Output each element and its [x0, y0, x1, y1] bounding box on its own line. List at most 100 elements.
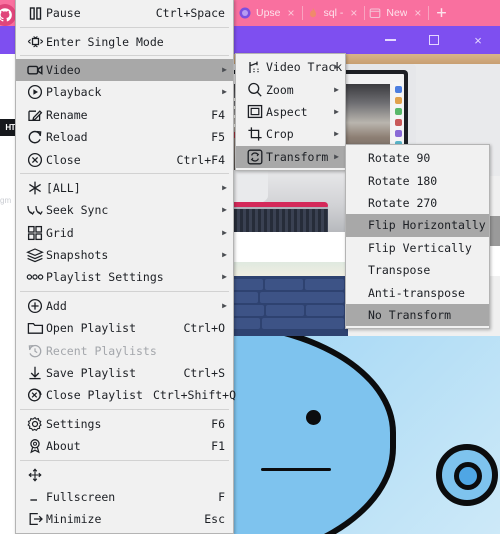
menu-item-label: Video: [46, 62, 81, 77]
menu-item-accel: F: [218, 490, 225, 504]
transform-item-label: Rotate 270: [368, 195, 438, 210]
reload-icon: [24, 129, 46, 145]
seek-sync-icon: [24, 203, 46, 217]
transform-item-rotate-90[interactable]: Rotate 90: [346, 147, 489, 169]
submenu-item-zoom[interactable]: Zoom ▶: [236, 78, 345, 100]
about-medal-icon: [24, 438, 46, 454]
partial-text-left: gm: [0, 196, 12, 205]
transform-item-no-transform[interactable]: No Transform: [346, 303, 489, 327]
github-icon: [0, 4, 16, 26]
chevron-right-icon: ▶: [222, 87, 227, 97]
menu-item-rename[interactable]: Rename F4: [16, 104, 233, 126]
browser-tab-1[interactable]: Upse ×: [236, 0, 301, 26]
menu-item-close[interactable]: Close Ctrl+F4: [16, 148, 233, 170]
fullscreen-icon: [24, 467, 46, 483]
transform-submenu[interactable]: Rotate 90 Rotate 180 Rotate 270 Flip Hor…: [345, 144, 490, 330]
menu-item-pause[interactable]: Pause Ctrl+Space: [16, 2, 233, 24]
tab-title: Upse: [256, 7, 281, 19]
pause-icon: [24, 6, 46, 21]
menu-item-accel: F4: [211, 107, 225, 122]
transform-item-label: Rotate 90: [368, 151, 431, 166]
playback-icon: [24, 84, 46, 100]
zoom-magnifier-icon: [244, 82, 266, 98]
transform-item-rotate-270[interactable]: Rotate 270: [346, 192, 489, 214]
github-avatar-strip: [0, 0, 16, 26]
menu-item-open-playlist[interactable]: Open Playlist Ctrl+O: [16, 317, 233, 339]
menu-item-add[interactable]: Add ▶: [16, 295, 233, 317]
transform-item-label: No Transform: [368, 307, 452, 322]
menu-item-label: Rename: [46, 107, 88, 122]
menu-item-label: Close: [46, 152, 81, 167]
screenshot-root: Pages Culinary Magic. Grab your apron an…: [0, 0, 500, 534]
close-tab-icon[interactable]: ×: [286, 7, 297, 19]
save-down-icon: [24, 365, 46, 381]
menu-item-enter-single-mode[interactable]: Enter Single Mode: [16, 30, 233, 52]
menu-item-about[interactable]: About F1: [16, 435, 233, 457]
transform-item-label: Rotate 180: [368, 173, 438, 188]
menu-item-accel: Ctrl+S: [183, 366, 225, 381]
chevron-right-icon: ▶: [222, 182, 227, 192]
transform-item-flip-vertically[interactable]: Flip Vertically: [346, 237, 489, 259]
menu-item-label: Add: [46, 298, 67, 313]
transform-item-transpose[interactable]: Transpose: [346, 259, 489, 281]
menu-item-save-playlist[interactable]: Save Playlist Ctrl+S: [16, 362, 233, 384]
chevron-right-icon: ▶: [222, 205, 227, 215]
chevron-right-icon: ▶: [222, 300, 227, 310]
transform-item-flip-horizontally[interactable]: Flip Horizontally: [346, 214, 489, 237]
browser-tab-2[interactable]: sql - ×: [304, 0, 364, 26]
menu-item-close-playlist[interactable]: Close Playlist Ctrl+Shift+Q: [16, 384, 236, 406]
close-window-button[interactable]: ×: [456, 26, 500, 54]
transform-item-anti-transpose[interactable]: Anti-transpose: [346, 281, 489, 303]
close-tab-icon[interactable]: ×: [348, 7, 359, 19]
close-circle-icon: [24, 152, 46, 168]
three-dots-icon: [24, 272, 46, 282]
menu-item-accel: Esc: [204, 512, 225, 527]
submenu-item-aspect[interactable]: Aspect ▶: [236, 101, 345, 123]
menu-separator: [20, 409, 229, 411]
new-tab-button[interactable]: +: [430, 4, 452, 22]
submenu-item-label: Zoom: [266, 82, 294, 97]
minimize-window-button[interactable]: [368, 26, 412, 54]
browser-tab-3[interactable]: New ×: [366, 0, 427, 26]
menu-item-accel: Ctrl+F4: [176, 152, 225, 167]
asterisk-icon: [24, 180, 46, 196]
video-submenu[interactable]: Video Track ▶ Zoom ▶ Aspect ▶ Crop ▶ Tra…: [235, 53, 346, 171]
menu-item-label: Reload: [46, 130, 88, 145]
menu-item-all[interactable]: [ALL] ▶: [16, 177, 233, 199]
menu-separator: [20, 55, 229, 57]
browser-tabs: Upse × sql - × New × +: [236, 0, 500, 26]
menu-item-video[interactable]: Video ▶: [16, 58, 233, 82]
transform-item-rotate-180[interactable]: Rotate 180: [346, 169, 489, 191]
close-playlist-icon: [24, 387, 46, 403]
character-eye: [306, 410, 321, 425]
chevron-right-icon: ▶: [334, 151, 339, 161]
close-tab-icon[interactable]: ×: [412, 7, 423, 19]
menu-item-seek-sync[interactable]: Seek Sync ▶: [16, 199, 233, 221]
flame-icon: [309, 8, 316, 18]
menu-item-label: Pause: [46, 6, 81, 21]
menu-item-accel: Ctrl+O: [183, 321, 225, 336]
menu-item-accel: F1: [211, 439, 225, 454]
main-context-menu[interactable]: Pause Ctrl+Space Enter Single Mode Video…: [15, 0, 236, 534]
submenu-item-crop[interactable]: Crop ▶: [236, 123, 345, 145]
submenu-item-label: Crop: [266, 127, 294, 142]
transform-icon: [244, 149, 266, 165]
menu-item-settings[interactable]: Settings F6: [16, 413, 233, 435]
menu-item-quit[interactable]: Minimize Esc: [16, 508, 233, 530]
menu-item-label: Playlist Settings: [46, 270, 164, 285]
menu-item-snapshots[interactable]: Snapshots ▶: [16, 244, 233, 266]
menu-item-grid[interactable]: Grid ▶: [16, 222, 233, 244]
submenu-item-video-track[interactable]: Video Track ▶: [236, 56, 345, 78]
menu-item-label: Playback: [46, 85, 102, 100]
maximize-window-button[interactable]: [412, 26, 456, 54]
submenu-item-transform[interactable]: Transform ▶: [236, 145, 345, 168]
tab-divider: [301, 6, 303, 20]
menu-item-reload[interactable]: Reload F5: [16, 126, 233, 148]
menu-item-playlist-settings[interactable]: Playlist Settings ▶: [16, 266, 233, 288]
menu-item-minimize[interactable]: Fullscreen F: [16, 486, 233, 508]
transform-item-label: Anti-transpose: [368, 285, 465, 300]
ht-badge: HT: [0, 119, 16, 136]
menu-item-fullscreen[interactable]: [16, 463, 233, 485]
gear-icon: [24, 416, 46, 432]
menu-item-playback[interactable]: Playback ▶: [16, 81, 233, 103]
